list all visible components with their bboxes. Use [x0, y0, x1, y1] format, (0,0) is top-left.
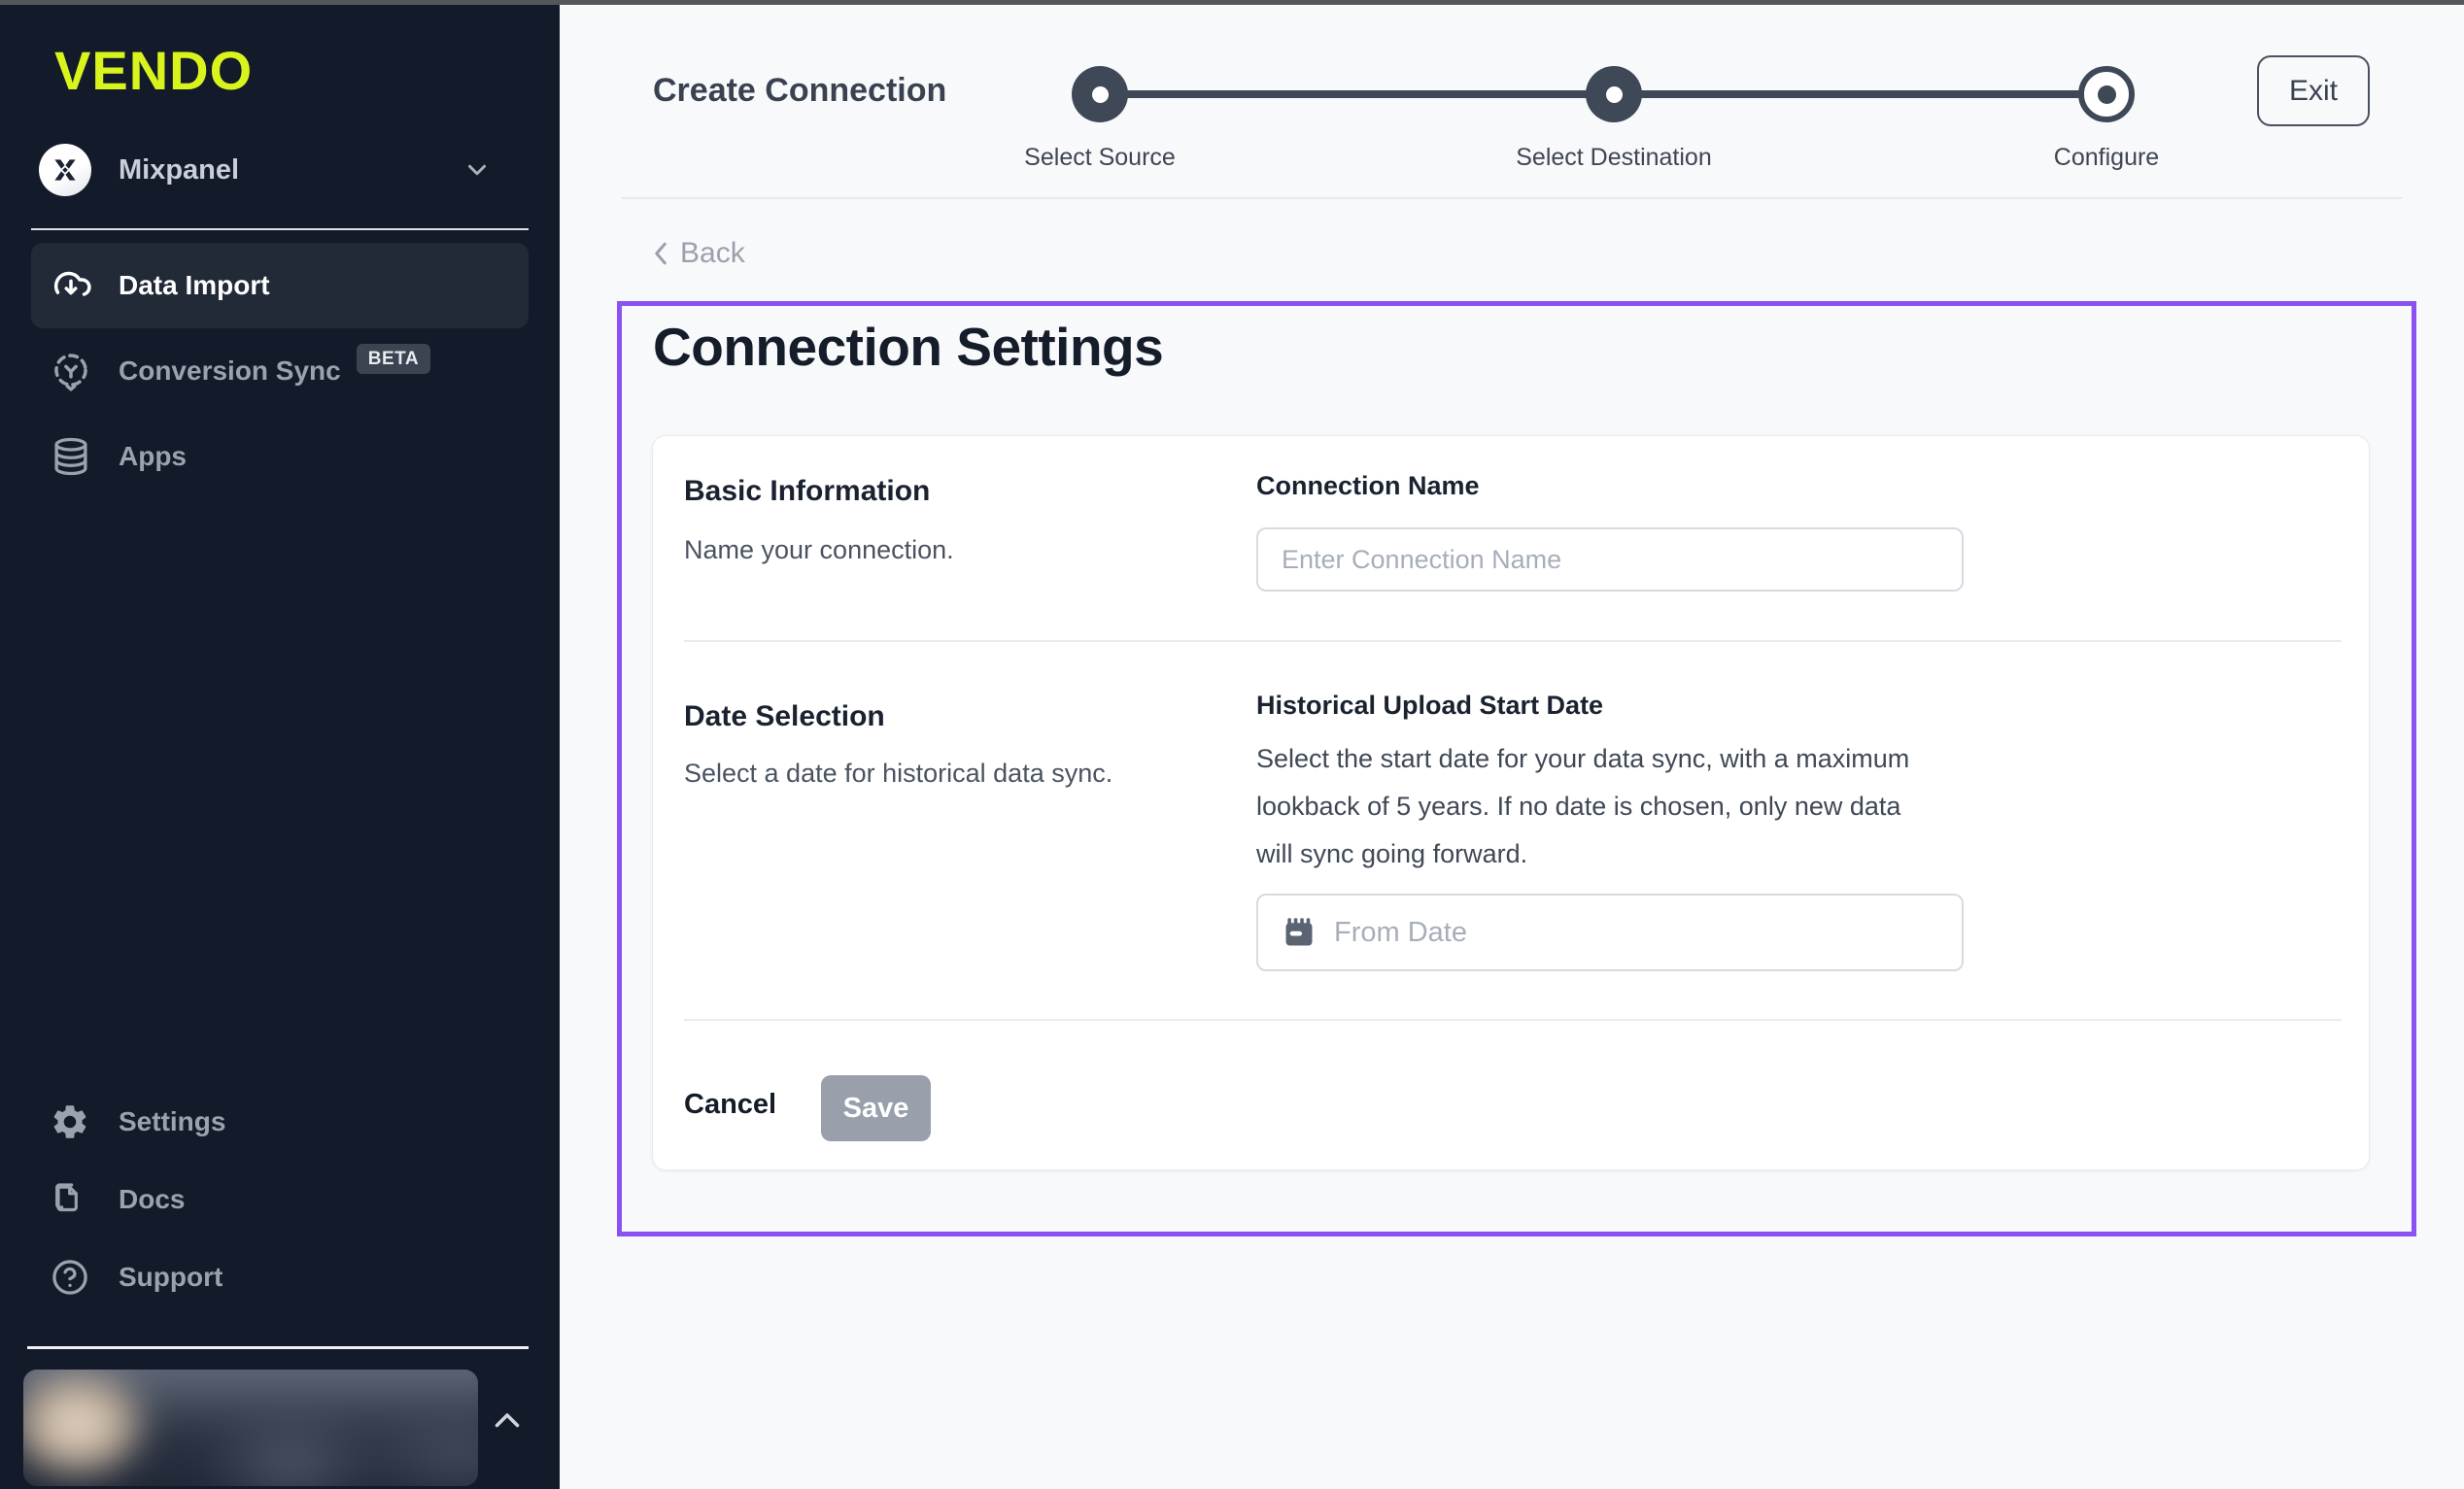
from-date-field[interactable]	[1256, 894, 1964, 971]
step-dot-core	[1092, 86, 1109, 103]
vendo-logo: VENDO	[54, 39, 253, 102]
stepper-line-2	[1614, 90, 2106, 98]
gear-icon	[49, 1100, 91, 1143]
user-profile-blurred[interactable]	[23, 1370, 478, 1486]
step-label-select-destination: Select Destination	[1516, 144, 1712, 172]
workspace-name: Mixpanel	[119, 154, 239, 186]
basic-information-description: Name your connection.	[684, 535, 954, 565]
sidebar-divider-bottom	[27, 1346, 529, 1349]
sidebar-item-label: Docs	[119, 1184, 185, 1215]
sidebar-item-label: Apps	[119, 441, 187, 472]
step-select-source-dot	[1072, 66, 1128, 122]
docs-pages-icon	[49, 1178, 91, 1221]
workspace-switcher[interactable]: Mixpanel	[39, 142, 525, 198]
step-dot-core	[2098, 85, 2116, 104]
help-circle-icon	[49, 1256, 91, 1299]
exit-button[interactable]: Exit	[2257, 55, 2370, 126]
wizard-header: Create Connection Select Source Select D…	[622, 0, 2402, 199]
main-area: Create Connection Select Source Select D…	[560, 0, 2464, 1489]
sidebar-item-label: Data Import	[119, 270, 270, 301]
calendar-icon	[1282, 915, 1317, 950]
step-configure-dot	[2078, 66, 2135, 122]
sidebar-item-label: Conversion Sync	[119, 355, 341, 387]
sidebar-item-docs[interactable]: Docs	[31, 1161, 529, 1238]
section-divider	[684, 1019, 2342, 1021]
user-profile-blur	[23, 1370, 478, 1486]
basic-information-heading: Basic Information	[684, 475, 930, 508]
sidebar-item-label: Support	[119, 1262, 222, 1293]
from-date-input[interactable]	[1334, 917, 1938, 949]
conversion-sync-icon	[49, 349, 93, 393]
page-title: Create Connection	[653, 72, 946, 110]
chevron-down-icon	[462, 155, 492, 185]
step-label-select-source: Select Source	[1024, 144, 1176, 172]
back-link[interactable]: Back	[651, 237, 745, 270]
historical-upload-label: Historical Upload Start Date	[1256, 691, 1603, 721]
database-icon	[49, 434, 93, 479]
step-dot-core	[1606, 86, 1623, 103]
save-button[interactable]: Save	[821, 1075, 931, 1141]
step-select-destination-dot	[1586, 66, 1642, 122]
step-label-configure: Configure	[2054, 144, 2159, 172]
date-selection-description: Select a date for historical data sync.	[684, 759, 1112, 789]
sidebar-item-settings[interactable]: Settings	[31, 1083, 529, 1161]
chevron-up-icon[interactable]	[490, 1406, 525, 1440]
sidebar-item-conversion-sync[interactable]: Conversion Sync BETA	[31, 328, 529, 414]
sidebar-item-data-import[interactable]: Data Import	[31, 243, 529, 328]
sidebar-nav: Data Import Conversion Sync BETA	[31, 243, 529, 499]
stepper-line-1	[1100, 90, 1614, 98]
cloud-download-icon	[49, 263, 93, 308]
chevron-left-icon	[651, 240, 670, 267]
sidebar-divider-top	[31, 228, 529, 230]
historical-upload-help: Select the start date for your data sync…	[1256, 735, 1927, 878]
sidebar-item-apps[interactable]: Apps	[31, 414, 529, 499]
panel-title: Connection Settings	[653, 316, 1163, 378]
window-top-edge	[0, 0, 2464, 5]
connection-name-input[interactable]	[1256, 527, 1964, 592]
sidebar: VENDO Mixpanel	[0, 0, 560, 1489]
connection-name-label: Connection Name	[1256, 471, 1480, 501]
settings-card: Basic Information Name your connection. …	[652, 435, 2370, 1170]
back-label: Back	[680, 237, 745, 270]
beta-badge: BETA	[357, 344, 430, 374]
connection-settings-panel: Connection Settings Basic Information Na…	[617, 301, 2416, 1236]
sidebar-footer-nav: Settings Docs Support	[31, 1083, 529, 1316]
section-divider	[684, 640, 2342, 642]
sidebar-item-support[interactable]: Support	[31, 1238, 529, 1316]
mixpanel-logo-icon	[39, 144, 91, 196]
sidebar-item-label: Settings	[119, 1106, 225, 1137]
cancel-button[interactable]: Cancel	[684, 1089, 776, 1121]
date-selection-heading: Date Selection	[684, 700, 885, 733]
